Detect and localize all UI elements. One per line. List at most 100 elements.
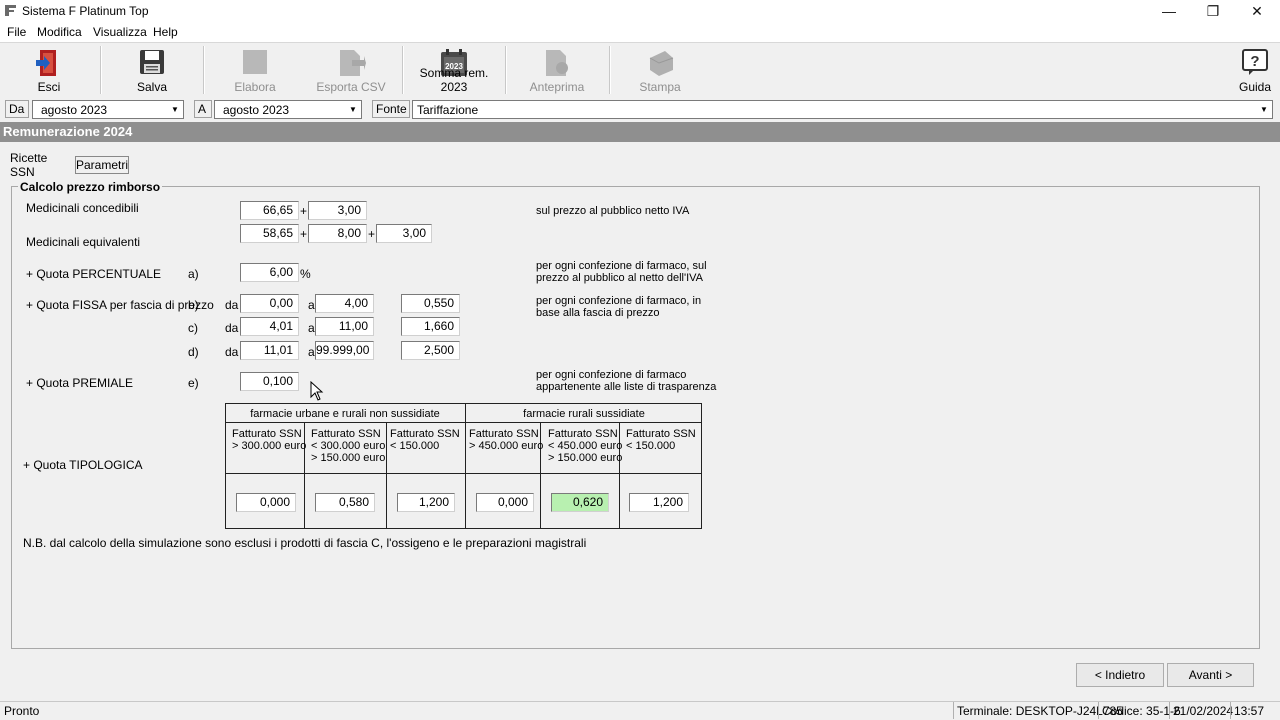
premiale-note-1: per ogni confezione di farmaco xyxy=(536,369,687,381)
percent-sign: % xyxy=(300,267,311,281)
fonte-select[interactable]: Tariffazione ▼ xyxy=(412,100,1273,119)
process-icon xyxy=(243,50,267,74)
status-text: Pronto xyxy=(4,704,40,718)
equivalenti-input-3[interactable]: 3,00 xyxy=(376,224,432,243)
preview-icon xyxy=(546,50,568,76)
fissa-to-b[interactable]: 4,00 xyxy=(315,294,374,313)
a-label-b: a xyxy=(308,298,315,312)
group-header-rurali: farmacie rurali sussidiate xyxy=(523,408,645,420)
esci-button[interactable]: Esci xyxy=(4,44,94,96)
export-document-icon xyxy=(340,50,366,76)
save-disk-icon xyxy=(140,50,164,74)
equivalenti-input-2[interactable]: 8,00 xyxy=(308,224,367,243)
plus-sign: + xyxy=(368,227,376,241)
concedibili-input-2[interactable]: 3,00 xyxy=(308,201,367,220)
fissa-from-d[interactable]: 11,01 xyxy=(240,341,299,360)
tipologica-input-4[interactable]: 0,000 xyxy=(476,493,534,512)
fissa-to-c[interactable]: 11,00 xyxy=(315,317,374,336)
status-separator xyxy=(1169,702,1170,719)
menu-bar: File Modifica Visualizza Help xyxy=(0,22,1280,42)
fissa-from-c[interactable]: 4,01 xyxy=(240,317,299,336)
guida-button[interactable]: ? Guida xyxy=(1230,44,1280,96)
tipologica-input-3[interactable]: 1,200 xyxy=(397,493,455,512)
menu-modifica[interactable]: Modifica xyxy=(37,25,82,39)
concedibili-label: Medicinali concedibili xyxy=(26,201,139,215)
nb-note: N.B. dal calcolo della simulazione sono … xyxy=(23,536,587,550)
fissa-to-d[interactable]: 99.999,00 xyxy=(315,341,374,360)
toolbar-separator xyxy=(609,46,611,94)
toolbar-separator xyxy=(402,46,404,94)
salva-label: Salva xyxy=(136,80,168,94)
anteprima-label: Anteprima xyxy=(529,80,585,94)
title-bar: Sistema F Platinum Top — ❐ ✕ xyxy=(0,0,1280,22)
da-label-b: da xyxy=(225,298,239,312)
esporta-csv-button[interactable]: Esporta CSV xyxy=(306,44,396,96)
status-separator xyxy=(953,702,954,719)
percentuale-input[interactable]: 6,00 xyxy=(240,263,299,282)
section-header: Remunerazione 2024 xyxy=(0,122,1280,142)
group-header-urbane: farmacie urbane e rurali non sussidiate xyxy=(250,408,440,420)
close-button[interactable]: ✕ xyxy=(1234,0,1280,22)
elabora-button[interactable]: Elabora xyxy=(208,44,302,96)
da-label-d: da xyxy=(225,345,239,359)
salva-button[interactable]: Salva xyxy=(106,44,198,96)
somma-rem-button[interactable]: 2023 Somma rem. 2023 xyxy=(406,44,502,96)
app-icon xyxy=(5,5,16,16)
elabora-label: Elabora xyxy=(234,80,276,94)
chevron-down-icon: ▼ xyxy=(1260,105,1268,114)
back-button[interactable]: < Indietro xyxy=(1076,663,1164,687)
da-label-c: da xyxy=(225,321,239,335)
status-date: 21/02/2024 xyxy=(1173,704,1234,718)
next-button[interactable]: Avanti > xyxy=(1167,663,1254,687)
esporta-csv-label: Esporta CSV xyxy=(316,80,386,94)
guida-label: Guida xyxy=(1238,80,1272,94)
fissa-note-1: per ogni confezione di farmaco, in xyxy=(536,295,702,307)
fissa-label: + Quota FISSA per fascia di prezzo xyxy=(26,298,214,312)
tipologica-input-6[interactable]: 1,200 xyxy=(629,493,689,512)
col-header-5: Fatturato SSN < 450.000 euro > 150.000 eur… xyxy=(548,428,623,464)
mouse-cursor-icon xyxy=(310,381,324,401)
tipologica-input-1[interactable]: 0,000 xyxy=(236,493,296,512)
concedibili-input-1[interactable]: 66,65 xyxy=(240,201,299,220)
percentuale-letter: a) xyxy=(188,267,199,281)
menu-help[interactable]: Help xyxy=(153,25,178,39)
anteprima-button[interactable]: Anteprima xyxy=(510,44,604,96)
table-line xyxy=(225,473,702,474)
fissa-from-b[interactable]: 0,00 xyxy=(240,294,299,313)
tipologica-input-2[interactable]: 0,580 xyxy=(315,493,375,512)
chevron-down-icon: ▼ xyxy=(171,105,179,114)
fissa-letter-c: c) xyxy=(188,321,198,335)
table-line xyxy=(465,403,466,529)
a-month-select[interactable]: agosto 2023 ▼ xyxy=(214,100,362,119)
col-header-1: Fatturato SSN > 300.000 euro xyxy=(232,428,307,452)
concedibili-note: sul prezzo al pubblico netto IVA xyxy=(536,205,690,217)
menu-file[interactable]: File xyxy=(7,25,26,39)
help-question-icon: ? xyxy=(1242,49,1268,75)
fissa-value-c[interactable]: 1,660 xyxy=(401,317,460,336)
col-header-4: Fatturato SSN > 450.000 euro xyxy=(469,428,544,452)
somma-rem-label: Somma rem. 2023 xyxy=(419,66,489,94)
svg-text:?: ? xyxy=(1250,53,1259,70)
stampa-button[interactable]: Stampa xyxy=(614,44,706,96)
a-label: A xyxy=(194,100,212,118)
exit-door-icon xyxy=(36,50,56,76)
menu-visualizza[interactable]: Visualizza xyxy=(93,25,147,39)
toolbar-separator xyxy=(100,46,102,94)
percentuale-note-2: prezzo al pubblico al netto dell'IVA xyxy=(536,272,703,284)
fissa-value-d[interactable]: 2,500 xyxy=(401,341,460,360)
restore-button[interactable]: ❐ xyxy=(1190,0,1236,22)
tipologica-input-5[interactable]: 0,620 xyxy=(551,493,609,512)
fissa-value-b[interactable]: 0,550 xyxy=(401,294,460,313)
tab-ricette-ssn[interactable]: Ricette SSN xyxy=(10,151,74,179)
da-month-select[interactable]: agosto 2023 ▼ xyxy=(32,100,184,119)
tab-parametri[interactable]: Parametri xyxy=(75,156,129,174)
percentuale-label: + Quota PERCENTUALE xyxy=(26,267,162,281)
equivalenti-input-1[interactable]: 58,65 xyxy=(240,224,299,243)
a-label-d: a xyxy=(308,345,315,359)
minimize-button[interactable]: — xyxy=(1146,0,1192,22)
plus-sign: + xyxy=(300,204,308,218)
window-title: Sistema F Platinum Top xyxy=(22,4,149,18)
group-title: Calcolo prezzo rimborso xyxy=(18,180,163,194)
fissa-note-2: base alla fascia di prezzo xyxy=(536,307,660,319)
premiale-input[interactable]: 0,100 xyxy=(240,372,299,391)
